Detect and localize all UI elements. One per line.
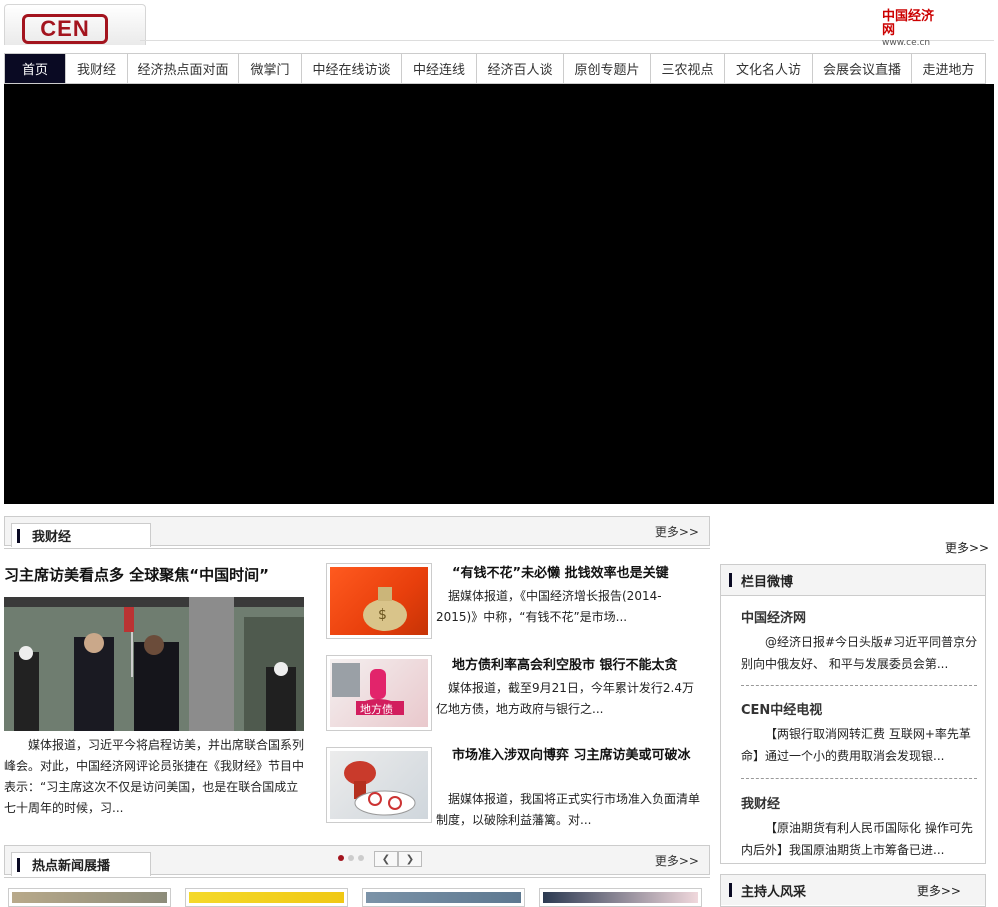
nav-item-zhongjing-lianxian[interactable]: 中经连线 bbox=[402, 54, 477, 83]
nav-item-local[interactable]: 走进地方 bbox=[912, 54, 985, 83]
lead-photo-illustration bbox=[4, 597, 304, 731]
news-item-title[interactable]: “有钱不花”未必懒 批钱效率也是关键 bbox=[452, 564, 702, 584]
host-box: 主持人风采 更多>> bbox=[720, 874, 986, 907]
divider bbox=[4, 877, 710, 878]
nav-item-bairentan[interactable]: 经济百人谈 bbox=[477, 54, 564, 83]
cen-logo-text: CEN bbox=[40, 16, 90, 41]
section-header-wocaijing: 我财经 更多>> bbox=[4, 516, 710, 547]
section-marker bbox=[729, 883, 732, 897]
section-tab: 我财经 bbox=[11, 523, 151, 547]
nav-item-weizhangmen[interactable]: 微掌门 bbox=[239, 54, 302, 83]
news-item-title[interactable]: 地方债利率高会利空股市 银行不能太贪 bbox=[452, 656, 702, 676]
weibo-account-name[interactable]: 中国经济网 bbox=[741, 607, 806, 626]
video-thumbnail[interactable] bbox=[185, 888, 348, 907]
weibo-post-text[interactable]: 【两银行取消网转汇费 互联网+率先革命】通过一个小的费用取消会发现银... bbox=[741, 723, 979, 767]
host-more-link[interactable]: 更多>> bbox=[917, 882, 961, 899]
carousel-dot[interactable] bbox=[358, 855, 364, 861]
weibo-box-title: 栏目微博 bbox=[741, 575, 794, 590]
header-divider bbox=[140, 40, 994, 41]
more-link[interactable]: 更多>> bbox=[655, 852, 699, 869]
divider bbox=[741, 685, 977, 686]
carousel-dots bbox=[338, 855, 364, 861]
lead-story-title[interactable]: 习主席访美看点多 全球聚焦“中国时间” bbox=[4, 564, 314, 585]
news-item-summary: 据媒体报道，我国将正式实行市场准入负面清单制度，以破除利益藩篱。对... bbox=[436, 792, 701, 827]
section-title: 我财经 bbox=[32, 530, 72, 545]
section-marker bbox=[17, 529, 20, 543]
prev-arrow-icon[interactable]: ❮ bbox=[374, 851, 398, 867]
section-tab: 热点新闻展播 bbox=[11, 852, 151, 876]
nav-item-sannong[interactable]: 三农视点 bbox=[651, 54, 725, 83]
ce-logo-cn: 中国经济网 bbox=[882, 9, 935, 38]
host-box-header: 主持人风采 更多>> bbox=[721, 875, 985, 905]
news-thumbnail[interactable]: 地方债 bbox=[326, 655, 432, 731]
carousel-dot[interactable] bbox=[348, 855, 354, 861]
main-nav: 首页 我财经 经济热点面对面 微掌门 中经在线访谈 中经连线 经济百人谈 原创专… bbox=[4, 53, 986, 84]
nav-item-home[interactable]: 首页 bbox=[5, 54, 66, 83]
divider bbox=[741, 778, 977, 779]
next-arrow-icon[interactable]: ❯ bbox=[398, 851, 422, 867]
news-thumbnail[interactable]: $ bbox=[326, 563, 432, 639]
sidebar-more-link[interactable]: 更多>> bbox=[945, 539, 989, 556]
news-item-summary: 据媒体报道，《中国经济增长报告(2014-2015)》中称，“有钱不花”是市场.… bbox=[436, 589, 662, 624]
video-player[interactable] bbox=[4, 84, 994, 504]
video-thumbnail[interactable] bbox=[362, 888, 525, 907]
weibo-post-text[interactable]: 【原油期货有利人民币国际化 操作可先内后外】我国原油期货上市筹备已进... bbox=[741, 817, 979, 861]
carousel-controls: ❮ ❯ bbox=[374, 851, 422, 867]
lead-story-summary: 媒体报道，习近平今将启程访美，并出席联合国系列峰会。对此，中国经济网评论员张捷在… bbox=[4, 738, 305, 815]
section-marker bbox=[17, 858, 20, 872]
section-title: 热点新闻展播 bbox=[32, 859, 111, 874]
svg-text:$: $ bbox=[378, 607, 387, 623]
section-header-hot-news: 热点新闻展播 ❮ ❯ 更多>> bbox=[4, 845, 710, 876]
weibo-account-name[interactable]: 我财经 bbox=[741, 793, 780, 812]
nav-item-culture[interactable]: 文化名人访 bbox=[725, 54, 813, 83]
section-marker bbox=[729, 573, 732, 587]
video-thumbnail[interactable] bbox=[539, 888, 702, 907]
nav-item-wocaijing[interactable]: 我财经 bbox=[66, 54, 128, 83]
video-thumbnail[interactable] bbox=[8, 888, 171, 907]
weibo-box: 栏目微博 中国经济网 @经济日报#今日头版#习近平同普京分别向中俄友好、 和平与… bbox=[720, 564, 986, 864]
nav-item-hotspot[interactable]: 经济热点面对面 bbox=[128, 54, 239, 83]
svg-text:地方债: 地方债 bbox=[360, 702, 393, 716]
nav-item-exhibition[interactable]: 会展会议直播 bbox=[813, 54, 912, 83]
news-thumbnail[interactable] bbox=[326, 747, 432, 823]
news-item-summary: 媒体报道，截至9月21日，今年累计发行2.4万亿地方债，地方政府与银行之... bbox=[436, 681, 694, 716]
local-debt-stamp-illustration: 地方债 bbox=[332, 663, 404, 716]
money-bag-illustration: $ bbox=[363, 587, 407, 631]
weibo-account-name[interactable]: CEN中经电视 bbox=[741, 699, 822, 718]
host-box-title: 主持人风采 bbox=[741, 885, 807, 900]
nav-item-original-special[interactable]: 原创专题片 bbox=[564, 54, 651, 83]
weibo-post-text[interactable]: @经济日报#今日头版#习近平同普京分别向中俄友好、 和平与发展委员会第... bbox=[741, 631, 979, 675]
carousel-dot-active[interactable] bbox=[338, 855, 344, 861]
more-link[interactable]: 更多>> bbox=[655, 523, 699, 540]
news-item-title[interactable]: 市场准入涉双向博弈 习主席访美或可破冰 bbox=[452, 746, 702, 766]
ce-logo-url: www.ce.cn bbox=[882, 38, 931, 48]
nav-item-online-interview[interactable]: 中经在线访谈 bbox=[302, 54, 402, 83]
lead-story-image[interactable] bbox=[4, 597, 304, 731]
divider bbox=[4, 548, 710, 549]
approval-stamp-illustration bbox=[344, 761, 416, 816]
ce-cn-logo[interactable]: 中国经济网 www.ce.cn bbox=[882, 9, 946, 49]
cen-logo[interactable]: CEN bbox=[22, 14, 108, 44]
weibo-box-header: 栏目微博 bbox=[721, 565, 985, 596]
